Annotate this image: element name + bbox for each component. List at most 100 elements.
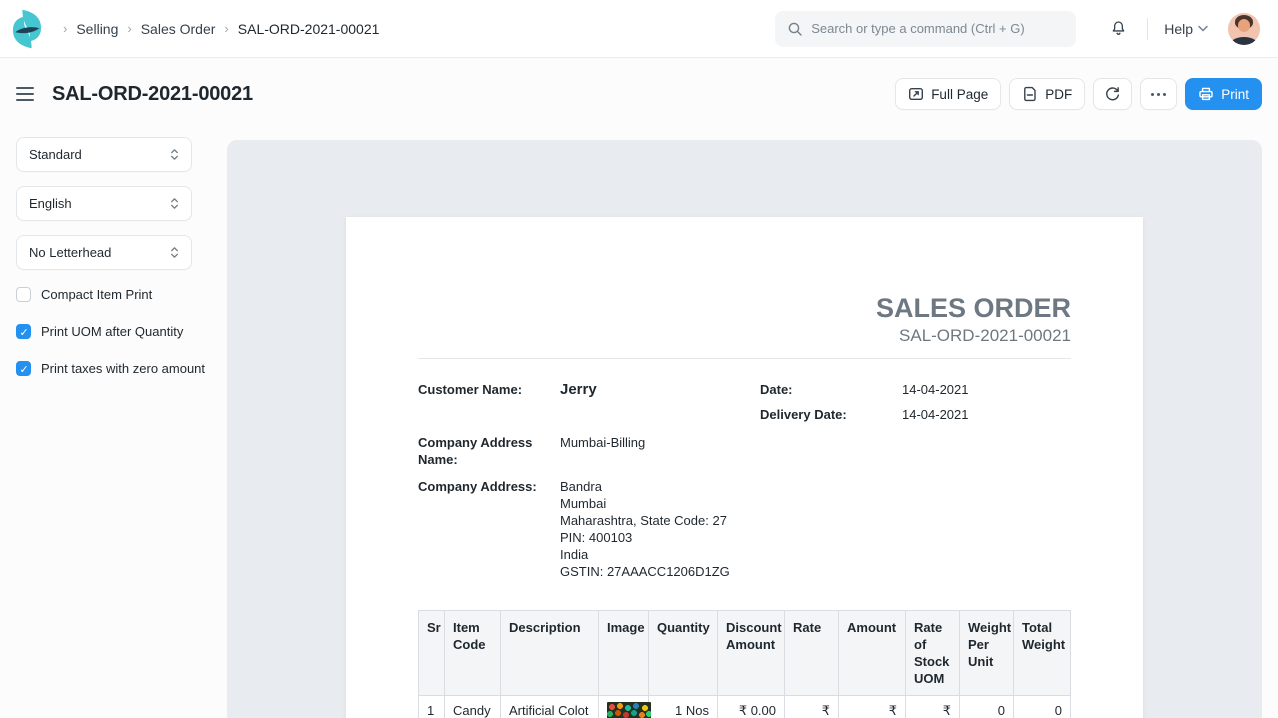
checkbox-label: Compact Item Print: [41, 287, 152, 302]
full-page-icon: [908, 86, 924, 102]
address-line: GSTIN: 27AAACC1206D1ZG: [560, 563, 730, 580]
print-uom-after-quantity-checkbox[interactable]: Print UOM after Quantity: [16, 324, 211, 339]
company-address-name-label: Company Address Name:: [418, 434, 560, 468]
pdf-file-icon: [1022, 86, 1038, 102]
app-logo-icon[interactable]: [10, 9, 44, 49]
customer-name-field: Customer Name: Jerry: [418, 381, 760, 398]
col-description: Description: [501, 611, 599, 696]
address-line: Maharashtra, State Code: 27: [560, 512, 730, 529]
pdf-label: PDF: [1045, 87, 1072, 102]
print-preview-paper: SALES ORDER SAL-ORD-2021-00021 Customer …: [346, 217, 1143, 718]
help-menu[interactable]: Help: [1164, 21, 1208, 37]
chevron-right-icon: ›: [224, 21, 228, 36]
full-page-label: Full Page: [931, 87, 988, 102]
page-title: SAL-ORD-2021-00021: [52, 83, 253, 106]
cell-rate: ₹: [785, 696, 839, 718]
printer-icon: [1198, 86, 1214, 102]
select-chevrons-icon: [168, 147, 181, 162]
checkbox-icon: [16, 361, 31, 376]
col-quantity: Quantity: [649, 611, 718, 696]
print-format-select[interactable]: Standard: [16, 137, 192, 172]
company-address-value: Bandra Mumbai Maharashtra, State Code: 2…: [560, 478, 730, 580]
letterhead-select[interactable]: No Letterhead: [16, 235, 192, 270]
pdf-button[interactable]: PDF: [1009, 78, 1085, 110]
language-value: English: [29, 196, 72, 211]
letterhead-value: No Letterhead: [29, 245, 111, 260]
print-label: Print: [1221, 87, 1249, 102]
address-line: Mumbai: [560, 495, 730, 512]
breadcrumb-sales-order[interactable]: Sales Order: [141, 21, 216, 37]
breadcrumb-selling[interactable]: Selling: [76, 21, 118, 37]
col-item-code: Item Code: [445, 611, 501, 696]
refresh-icon: [1104, 86, 1121, 103]
info-left-column: Customer Name: Jerry Company Address Nam…: [418, 381, 760, 588]
items-header-row: Sr Item Code Description Image Quantity …: [419, 611, 1071, 696]
company-address-label: Company Address:: [418, 478, 560, 580]
items-table: Sr Item Code Description Image Quantity …: [418, 610, 1071, 718]
document-heading-block: SALES ORDER SAL-ORD-2021-00021: [418, 292, 1071, 346]
print-format-value: Standard: [29, 147, 82, 162]
select-chevrons-icon: [168, 196, 181, 211]
cell-item-code: Candy: [445, 696, 501, 718]
company-address-name-field: Company Address Name: Mumbai-Billing: [418, 434, 760, 468]
heading-divider: [418, 358, 1071, 359]
customer-name-label: Customer Name:: [418, 381, 560, 398]
company-address-field: Company Address: Bandra Mumbai Maharasht…: [418, 478, 760, 580]
navbar-divider: [1147, 18, 1148, 40]
col-weight-per-unit: Weight Per Unit: [960, 611, 1014, 696]
address-line: India: [560, 546, 730, 563]
cell-rate-of-stock-uom: ₹: [906, 696, 960, 718]
print-taxes-zero-amount-checkbox[interactable]: Print taxes with zero amount: [16, 361, 211, 376]
sales-order-document: SALES ORDER SAL-ORD-2021-00021 Customer …: [418, 292, 1071, 718]
global-search[interactable]: [775, 11, 1076, 47]
cell-description: Artificial Colot: [501, 696, 599, 718]
delivery-date-label: Delivery Date:: [760, 406, 902, 423]
print-options: Compact Item Print Print UOM after Quant…: [16, 287, 211, 376]
language-select[interactable]: English: [16, 186, 192, 221]
search-input[interactable]: [811, 21, 1064, 36]
breadcrumb-current-doc[interactable]: SAL-ORD-2021-00021: [238, 21, 380, 37]
print-button[interactable]: Print: [1185, 78, 1262, 110]
avatar-shirt: [1231, 37, 1257, 45]
date-value: 14-04-2021: [902, 381, 969, 398]
col-total-weight: Total Weight: [1014, 611, 1071, 696]
cell-quantity: 1 Nos: [649, 696, 718, 718]
chevron-right-icon: ›: [127, 21, 131, 36]
notifications-bell-icon[interactable]: [1108, 18, 1129, 39]
breadcrumb: › Selling › Sales Order › SAL-ORD-2021-0…: [54, 21, 379, 37]
ellipsis-icon: [1151, 79, 1166, 109]
col-discount-amount: Discount Amount: [718, 611, 785, 696]
document-title: SALES ORDER: [418, 292, 1071, 324]
address-line: PIN: 400103: [560, 529, 730, 546]
refresh-button[interactable]: [1093, 78, 1132, 110]
cell-image: [599, 696, 649, 718]
sidebar-toggle-menu-icon[interactable]: [16, 83, 34, 105]
print-preview-panel[interactable]: SALES ORDER SAL-ORD-2021-00021 Customer …: [227, 140, 1262, 718]
customer-name-value: Jerry: [560, 381, 597, 398]
table-row: 1 Candy Artificial Colot 1 Nos ₹ 0.00 ₹ …: [419, 696, 1071, 718]
search-icon: [787, 21, 803, 37]
help-label: Help: [1164, 21, 1193, 37]
avatar-face: [1238, 19, 1250, 32]
more-options-button[interactable]: [1140, 78, 1177, 110]
col-sr: Sr: [419, 611, 445, 696]
full-page-button[interactable]: Full Page: [895, 78, 1001, 110]
document-number: SAL-ORD-2021-00021: [418, 326, 1071, 346]
compact-item-print-checkbox[interactable]: Compact Item Print: [16, 287, 211, 302]
page-toolbar: SAL-ORD-2021-00021 Full Page PDF Pr: [0, 58, 1278, 130]
cell-weight-per-unit: 0: [960, 696, 1014, 718]
cell-amount: ₹ 100.00: [839, 696, 906, 718]
cell-discount-amount: ₹ 0.00: [718, 696, 785, 718]
user-avatar[interactable]: [1228, 13, 1260, 45]
col-rate-of-stock-uom: Rate of Stock UOM: [906, 611, 960, 696]
date-field: Date: 14-04-2021: [760, 381, 1071, 398]
col-image: Image: [599, 611, 649, 696]
document-info-section: Customer Name: Jerry Company Address Nam…: [418, 381, 1071, 588]
date-label: Date:: [760, 381, 902, 398]
top-navbar: › Selling › Sales Order › SAL-ORD-2021-0…: [0, 0, 1278, 58]
delivery-date-field: Delivery Date: 14-04-2021: [760, 406, 1071, 423]
chevron-right-icon: ›: [63, 21, 67, 36]
checkbox-icon: [16, 287, 31, 302]
main-area: Standard English No Letterhead Compact I…: [0, 130, 1278, 718]
address-line: Bandra: [560, 478, 730, 495]
